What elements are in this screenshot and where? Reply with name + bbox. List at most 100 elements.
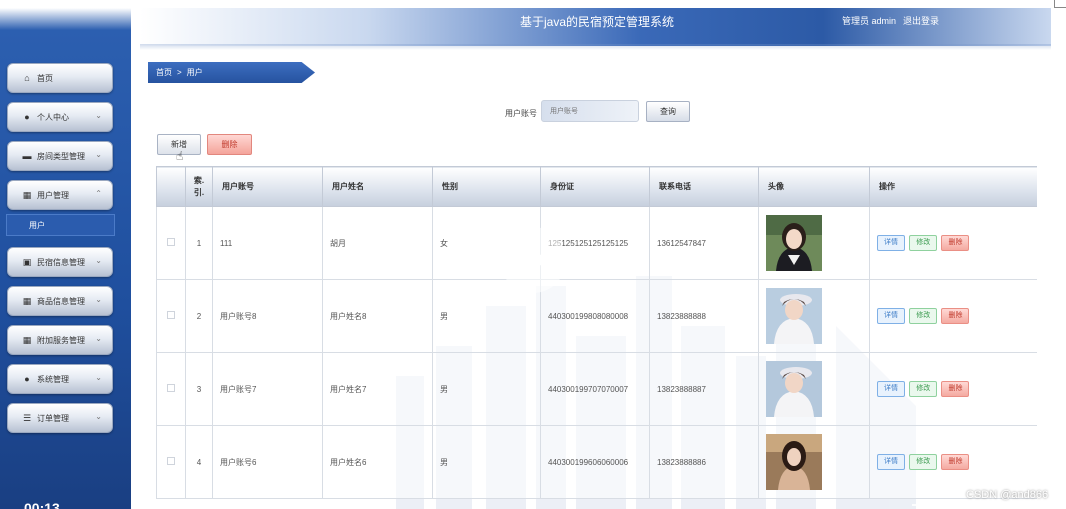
row-index: 1: [185, 206, 213, 280]
row-name: 用户姓名8: [322, 279, 433, 353]
row-phone: 13823888888: [649, 279, 759, 353]
chevron-down-icon: ⌄: [95, 111, 102, 120]
building-icon: ▣: [22, 256, 32, 267]
row-checkbox-cell[interactable]: [156, 352, 186, 426]
detail-button[interactable]: 详情: [877, 308, 905, 324]
edit-button[interactable]: 修改: [909, 308, 938, 324]
delete-button[interactable]: 删除: [941, 381, 970, 397]
row-id-card: 440300199606060006: [540, 425, 650, 499]
row-checkbox[interactable]: [167, 457, 175, 465]
video-fullscreen-icon[interactable]: [963, 500, 985, 509]
column-header-avatar: 头像: [758, 166, 870, 207]
sidebar-item-label: 个人中心: [37, 112, 69, 122]
logout-link[interactable]: 退出登录: [903, 14, 939, 27]
sidebar-item-label: 用户管理: [37, 190, 69, 200]
video-timestamp: 00:13: [24, 500, 60, 509]
video-play-icon[interactable]: [500, 227, 566, 293]
row-checkbox-cell[interactable]: [156, 279, 186, 353]
sidebar-item-orders[interactable]: ☰ 订单管理 ⌄: [7, 403, 113, 433]
sidebar-item-label: 房间类型管理: [37, 151, 85, 161]
row-name: 胡月: [322, 206, 433, 280]
sidebar-subitem-users[interactable]: 用户: [6, 214, 115, 236]
sidebar-item-label: 系统管理: [37, 374, 69, 384]
chevron-down-icon: ⌄: [95, 412, 102, 421]
column-header-phone: 联系电话: [649, 166, 759, 207]
table-header-row: 索. 引. 用户账号 用户姓名 性别 身份证 联系电话 头像 操作: [156, 166, 1037, 207]
chevron-up-icon: ⌃: [95, 189, 102, 198]
video-control-bar-icon[interactable]: [912, 504, 936, 506]
search-button[interactable]: 查询: [646, 101, 690, 122]
breadcrumb-current: 用户: [186, 68, 203, 77]
edit-button[interactable]: 修改: [909, 235, 938, 251]
row-gender: 男: [432, 352, 541, 426]
row-avatar-cell: [758, 206, 870, 280]
sidebar-item-home[interactable]: ⌂ 首页: [7, 63, 113, 93]
sidebar-item-room-types[interactable]: ▬ 房间类型管理 ⌄: [7, 141, 113, 171]
sidebar-item-system[interactable]: ● 系统管理 ⌄: [7, 364, 113, 394]
row-checkbox[interactable]: [167, 384, 175, 392]
column-header-actions: 操作: [869, 166, 1037, 207]
row-account: 111: [212, 206, 323, 280]
row-phone: 13823888886: [649, 425, 759, 499]
grid-icon: ▦: [22, 295, 32, 306]
delete-button[interactable]: 删除: [941, 454, 970, 470]
row-index: 2: [185, 279, 213, 353]
sidebar-item-label: 附加服务管理: [37, 335, 85, 345]
list-icon: ☰: [22, 412, 32, 423]
row-gender: 男: [432, 425, 541, 499]
row-checkbox-cell[interactable]: [156, 425, 186, 499]
avatar: [766, 215, 822, 271]
breadcrumb-separator: >: [177, 68, 182, 77]
grid-icon: ▦: [22, 189, 32, 200]
batch-delete-button[interactable]: 删除: [207, 134, 252, 155]
sidebar-menu: ⌂ 首页 ● 个人中心 ⌄ ▬ 房间类型管理 ⌄ ▦ 用户管理 ⌃ 用户 ▣ 民…: [6, 63, 115, 442]
detail-button[interactable]: 详情: [877, 454, 905, 470]
row-checkbox[interactable]: [167, 311, 175, 319]
search-input[interactable]: [541, 100, 639, 122]
detail-button[interactable]: 详情: [877, 381, 905, 397]
detail-button[interactable]: 详情: [877, 235, 905, 251]
column-header-index: 索. 引.: [185, 166, 213, 207]
sidebar: ⌂ 首页 ● 个人中心 ⌄ ▬ 房间类型管理 ⌄ ▦ 用户管理 ⌃ 用户 ▣ 民…: [0, 0, 131, 509]
row-index: 3: [185, 352, 213, 426]
chevron-down-icon: ⌄: [95, 295, 102, 304]
sidebar-item-label: 商品信息管理: [37, 296, 85, 306]
delete-button[interactable]: 删除: [941, 308, 970, 324]
user-table: 索. 引. 用户账号 用户姓名 性别 身份证 联系电话 头像 操作 1 111 …: [156, 166, 1037, 499]
sidebar-item-product-info[interactable]: ▦ 商品信息管理 ⌄: [7, 286, 113, 316]
video-more-icon[interactable]: [1014, 503, 1034, 506]
breadcrumb-home[interactable]: 首页: [156, 67, 172, 78]
row-account: 用户账号8: [212, 279, 323, 353]
row-index: 4: [185, 425, 213, 499]
avatar: [766, 434, 822, 490]
sidebar-item-label: 首页: [37, 73, 53, 83]
sidebar-subitem-label: 用户: [29, 220, 45, 230]
row-actions: 详情 修改 删除: [869, 352, 1037, 426]
row-avatar-cell: [758, 352, 870, 426]
select-all-header[interactable]: [156, 166, 186, 207]
app-title: 基于java的民宿预定管理系统: [520, 15, 675, 29]
row-checkbox[interactable]: [167, 238, 175, 246]
sidebar-item-extra-services[interactable]: ▦ 附加服务管理 ⌄: [7, 325, 113, 355]
watermark: CSDN @and866: [966, 489, 1049, 501]
table-row: 1 111 胡月 女 125125125125125125 1361254784…: [156, 206, 1037, 280]
bed-icon: ▬: [22, 151, 32, 161]
row-id-card: 440300199707070007: [540, 352, 650, 426]
column-header-id-card: 身份证: [540, 166, 650, 207]
sidebar-item-label: 民宿信息管理: [37, 257, 85, 267]
row-actions: 详情 修改 删除: [869, 425, 1037, 499]
row-avatar-cell: [758, 425, 870, 499]
table-row: 4 用户账号6 用户姓名6 男 440300199606060006 13823…: [156, 425, 1037, 499]
sidebar-item-user-management[interactable]: ▦ 用户管理 ⌃: [7, 180, 113, 210]
chevron-down-icon: ⌄: [95, 373, 102, 382]
delete-button[interactable]: 删除: [941, 235, 970, 251]
search-label: 用户账号: [505, 109, 537, 118]
row-phone: 13823888887: [649, 352, 759, 426]
sidebar-item-homestay-info[interactable]: ▣ 民宿信息管理 ⌄: [7, 247, 113, 277]
row-checkbox-cell[interactable]: [156, 206, 186, 280]
edit-button[interactable]: 修改: [909, 381, 938, 397]
sidebar-item-personal-center[interactable]: ● 个人中心 ⌄: [7, 102, 113, 132]
row-actions: 详情 修改 删除: [869, 279, 1037, 353]
edit-button[interactable]: 修改: [909, 454, 938, 470]
person-icon: ●: [24, 374, 30, 384]
